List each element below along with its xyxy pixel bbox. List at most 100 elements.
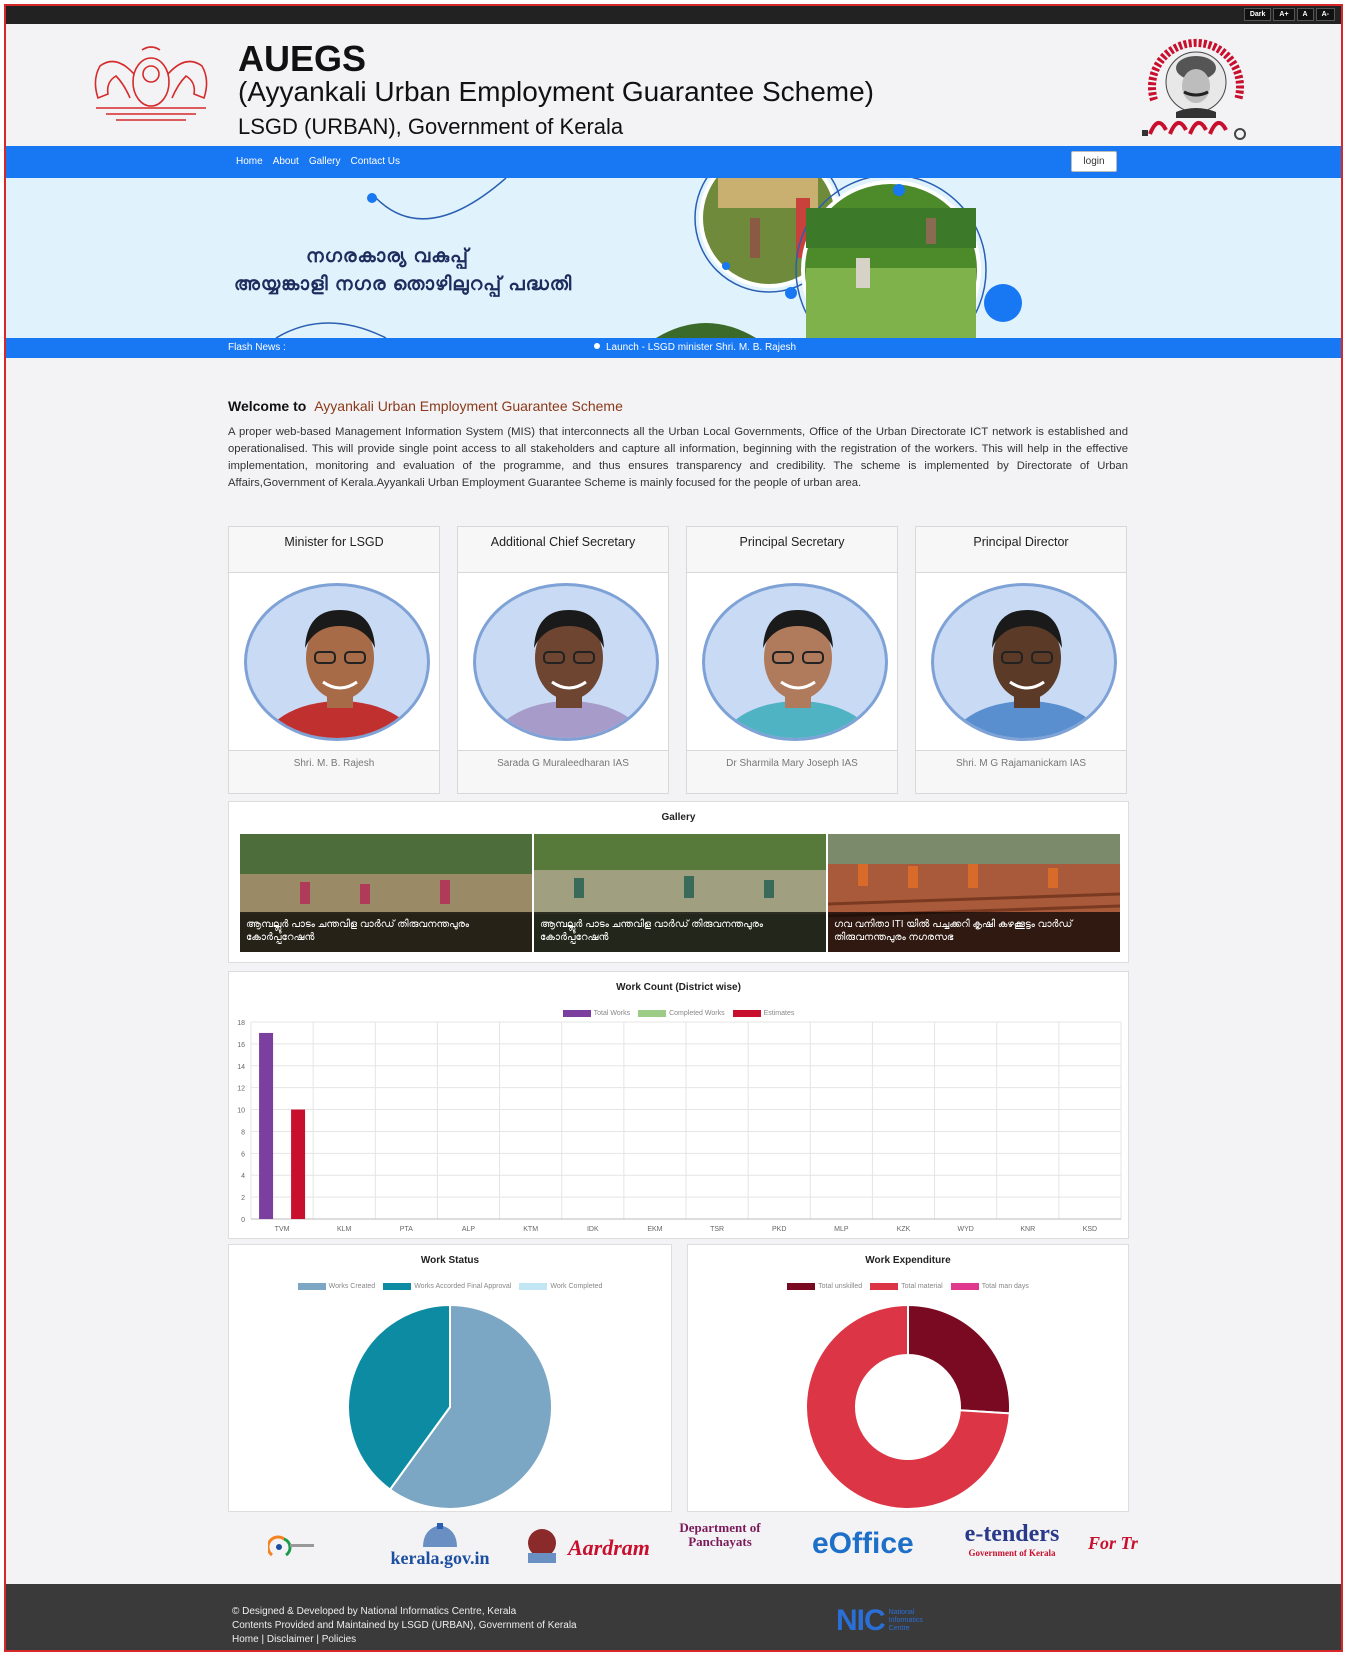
x-tick-label: TSR xyxy=(710,1226,724,1233)
officer-photo-frame xyxy=(229,573,439,751)
y-tick-label: 16 xyxy=(237,1042,245,1049)
work-count-chart: 0 2 4 6 8 10 12 14 16 18 TVM KLM PTA ALP KTM IDK EKM TSR P… xyxy=(237,1020,1122,1233)
gallery-caption: ഗവ വനിതാ ITI യിൽ പച്ചക്കറി കൃഷി കഴക്കൂട്… xyxy=(828,912,1120,952)
footer-maintained: Contents Provided and Maintained by LSGD… xyxy=(232,1620,577,1631)
etenders-text: e-tenders xyxy=(964,1521,1060,1547)
gallery-image[interactable]: ആമ്പല്ലൂർ പാടം ചന്തവിള വാർഡ് തിരുവനന്തപു… xyxy=(534,834,826,952)
x-tick-label: KSD xyxy=(1083,1226,1097,1233)
kerala-gov-text: kerala.gov.in xyxy=(390,1548,490,1568)
gallery-caption: ആമ്പല്ലൂർ പാടം ചന്തവിള വാർഡ് തിരുവനന്തപു… xyxy=(240,912,532,952)
gallery-caption: ആമ്പല്ലൂർ പാടം ചന്തവിള വാർഡ് തിരുവനന്തപു… xyxy=(534,912,826,952)
x-tick-label: PKD xyxy=(772,1226,786,1233)
partner-logo-partial[interactable]: For Tr xyxy=(1088,1533,1138,1554)
footer-link-policies[interactable]: Policies xyxy=(322,1634,356,1645)
y-tick-label: 14 xyxy=(237,1064,245,1071)
officer-photo-frame xyxy=(687,573,897,751)
work-count-panel: Work Count (District wise) Total Works Co… xyxy=(228,971,1129,1239)
welcome-scheme-name: Ayyankali Urban Employment Guarantee Sch… xyxy=(314,398,623,414)
login-button[interactable]: login xyxy=(1071,151,1117,172)
etenders-logo[interactable]: e-tenders Government of Kerala xyxy=(952,1521,1072,1558)
aardram-logo[interactable]: Aardram xyxy=(522,1525,650,1569)
gallery-image[interactable]: ഗവ വനിതാ ITI യിൽ പച്ചക്കറി കൃഷി കഴക്കൂട്… xyxy=(828,834,1120,952)
nav-gallery[interactable]: Gallery xyxy=(309,156,341,167)
nav-home[interactable]: Home xyxy=(236,156,263,167)
panchayats-logo[interactable]: Department of Panchayats xyxy=(670,1521,770,1549)
y-tick-label: 2 xyxy=(241,1195,245,1202)
flash-news-label: Flash News : xyxy=(228,342,286,353)
site-footer: © Designed & Developed by National Infor… xyxy=(6,1584,1341,1650)
kerala-emblem-icon xyxy=(94,46,208,121)
officer-name: Sarada G Muraleedharan IAS xyxy=(497,758,629,769)
x-tick-label: ALP xyxy=(462,1226,476,1233)
x-tick-label: PTA xyxy=(400,1226,413,1233)
nav-about[interactable]: About xyxy=(273,156,299,167)
officer-photo-frame xyxy=(916,573,1126,751)
officer-photo xyxy=(702,583,888,741)
font-decrease-button[interactable]: A- xyxy=(1315,8,1335,21)
officer-name: Dr Sharmila Mary Joseph IAS xyxy=(726,758,858,769)
gallery-section: Gallery ആമ്പല്ലൂർ പാടം ചന്തവിള വാർഡ് തിര… xyxy=(228,801,1129,963)
officer-card: Principal Director Shri. M G Rajamanickam… xyxy=(915,526,1127,794)
officer-card: Principal Secretary Dr Sharmila Mary Jose… xyxy=(686,526,898,794)
x-tick-label: KLM xyxy=(337,1226,352,1233)
officer-role: Principal Secretary xyxy=(687,527,897,573)
eoffice-logo[interactable]: eOffice xyxy=(812,1527,914,1561)
x-tick-label: WYD xyxy=(957,1226,973,1233)
x-tick-label: IDK xyxy=(587,1226,599,1233)
flash-news-item[interactable]: Launch - LSGD minister Shri. M. B. Rajes… xyxy=(594,342,796,353)
footer-links: Home | Disclaimer | Policies xyxy=(232,1634,356,1645)
partner-logos: kerala.gov.in Aardram Department of Panc… xyxy=(6,1521,1341,1573)
aardram-emblem-icon xyxy=(528,1529,556,1563)
work-status-panel: Work Status Works Created Works Accorded … xyxy=(228,1244,672,1512)
officer-portrait xyxy=(491,610,647,738)
etenders-subtext: Government of Kerala xyxy=(968,1548,1056,1558)
work-status-chart xyxy=(347,1303,553,1510)
officer-portrait xyxy=(262,610,418,738)
banner-artwork xyxy=(275,178,1022,338)
slice-total-unskilled[interactable] xyxy=(907,1303,1011,1415)
officer-role: Minister for LSGD xyxy=(229,527,439,573)
nic-logo[interactable]: NIC National Informatics Centre xyxy=(836,1604,939,1638)
banner-dept-text: നഗരകാര്യ വകുപ്പ് xyxy=(306,246,470,267)
officer-photo xyxy=(473,583,659,741)
ayyankali-portrait-logo xyxy=(1142,38,1246,140)
x-tick-label: KZK xyxy=(897,1226,911,1233)
y-tick-label: 4 xyxy=(241,1173,245,1180)
officer-name: Shri. M G Rajamanickam IAS xyxy=(955,758,1087,769)
flash-news-text: Launch - LSGD minister Shri. M. B. Rajes… xyxy=(606,342,797,353)
aardram-text: Aardram xyxy=(568,1535,650,1560)
site-subtitle: (Ayyankali Urban Employment Guarantee Sc… xyxy=(238,76,875,107)
officer-photo xyxy=(931,583,1117,741)
bar-estimates[interactable] xyxy=(291,1109,306,1219)
digital-india-logo[interactable] xyxy=(266,1535,320,1562)
y-tick-label: 8 xyxy=(241,1129,245,1136)
y-tick-label: 18 xyxy=(237,1020,245,1027)
x-tick-label: TVM xyxy=(275,1226,290,1233)
font-reset-button[interactable]: A xyxy=(1296,8,1314,21)
officer-photo-frame xyxy=(458,573,668,751)
bar-total-works[interactable] xyxy=(259,1032,274,1219)
footer-link-home[interactable]: Home xyxy=(232,1634,259,1645)
footer-link-disclaimer[interactable]: Disclaimer xyxy=(267,1634,314,1645)
officer-role: Principal Director xyxy=(916,527,1126,573)
accessibility-bar: Dark A+ A A- xyxy=(6,6,1341,24)
nic-logo-subtext: National Informatics Centre xyxy=(888,1609,923,1632)
font-increase-button[interactable]: A+ xyxy=(1273,8,1295,21)
y-tick-label: 0 xyxy=(241,1217,245,1224)
hero-banner: നഗരകാര്യ വകുപ്പ് അയ്യങ്കാളി നഗര തൊഴിലുറപ… xyxy=(6,178,1341,338)
x-tick-label: MLP xyxy=(834,1226,849,1233)
y-tick-label: 12 xyxy=(237,1086,245,1093)
x-tick-label: KNR xyxy=(1020,1226,1035,1233)
dark-mode-button[interactable]: Dark xyxy=(1243,8,1272,21)
officer-portrait xyxy=(720,610,876,738)
nic-logo-text: NIC xyxy=(836,1604,886,1637)
x-tick-label: EKM xyxy=(647,1226,662,1233)
y-tick-label: 10 xyxy=(237,1108,245,1115)
work-expenditure-panel: Work Expenditure Total unskilled Total ma… xyxy=(687,1244,1129,1512)
gallery-image[interactable]: ആമ്പല്ലൂർ പാടം ചന്തവിള വാർഡ് തിരുവനന്തപു… xyxy=(240,834,532,952)
officer-card: Minister for LSGD Shri. M. B. Rajesh xyxy=(228,526,440,794)
welcome-heading: Welcome to Ayyankali Urban Employment Gu… xyxy=(228,398,623,414)
kerala-gov-logo[interactable]: kerala.gov.in xyxy=(380,1523,500,1569)
nav-contact-us[interactable]: Contact Us xyxy=(351,156,400,167)
flash-news-bar: Flash News : Launch - LSGD minister Shri… xyxy=(6,338,1341,358)
